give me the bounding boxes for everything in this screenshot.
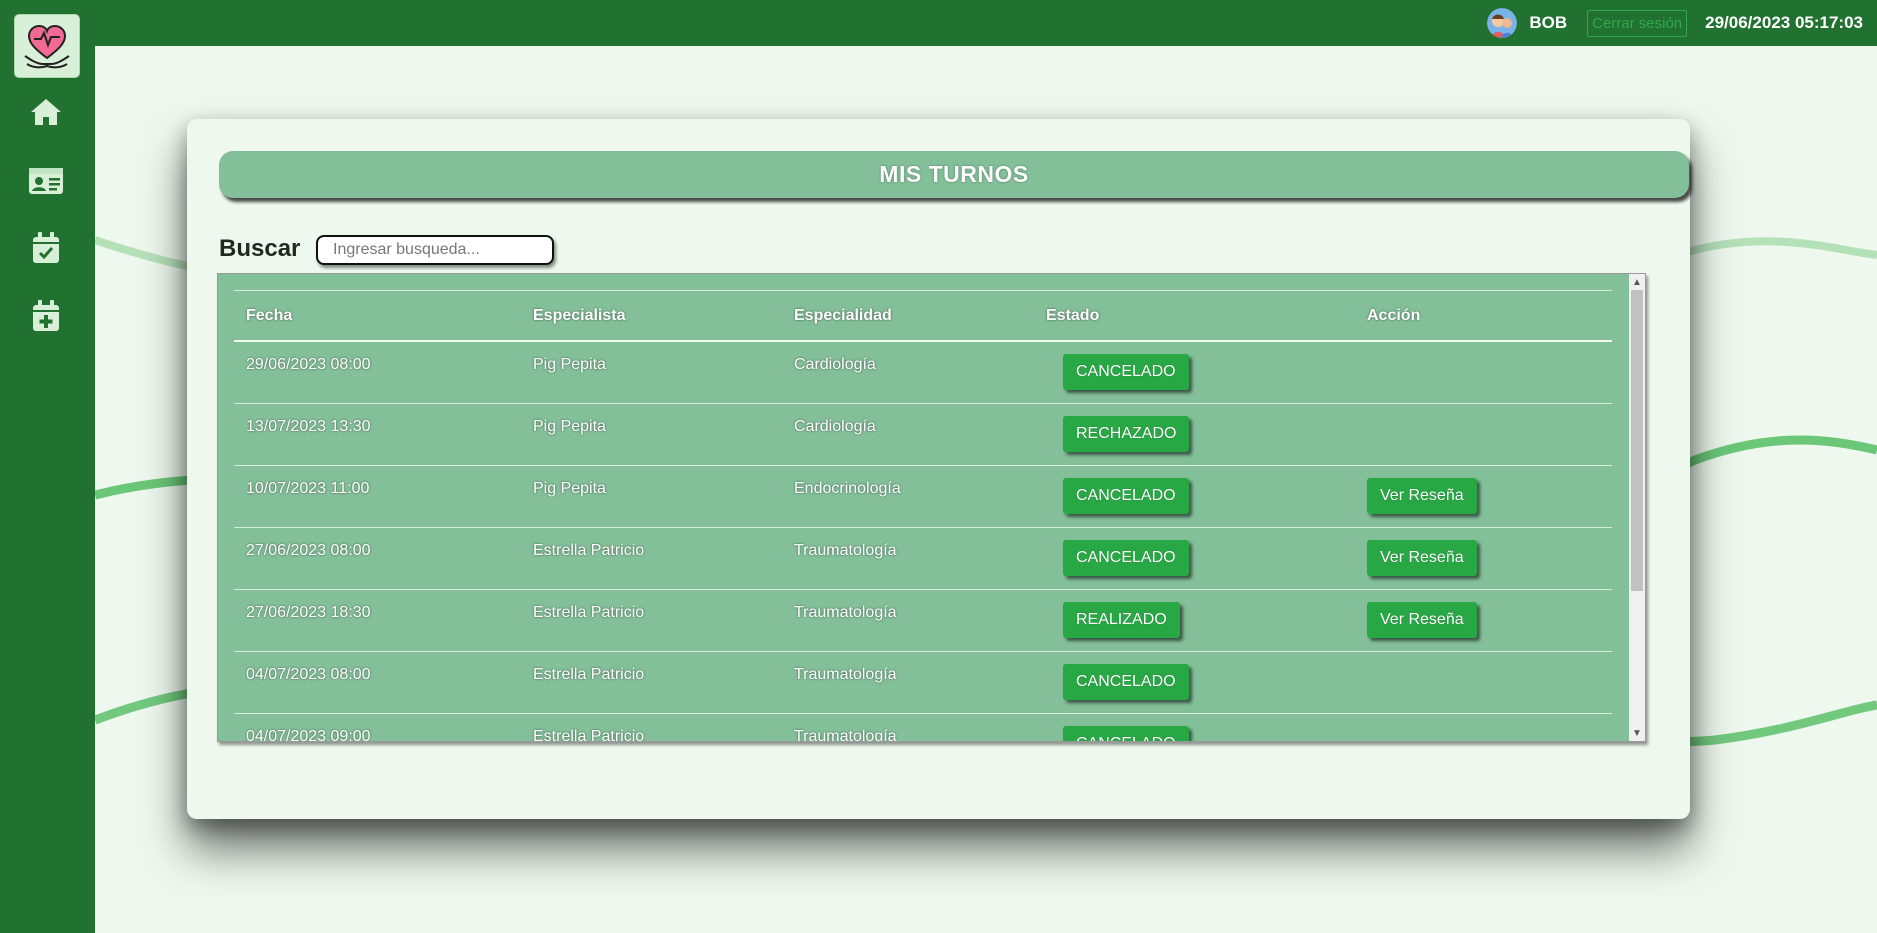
logout-button[interactable]: Cerrar sesión <box>1587 9 1688 37</box>
table-scrollbar[interactable]: ▲ ▼ <box>1629 274 1645 741</box>
column-header-especialidad: Especialidad <box>782 290 1034 342</box>
title-bar: MIS TURNOS <box>219 151 1689 198</box>
cell-fecha: 04/07/2023 08:00 <box>234 651 521 714</box>
appointments-table-container: Fecha Especialista Especialidad Estado A… <box>217 273 1646 742</box>
sidebar <box>0 0 95 933</box>
appointments-table: Fecha Especialista Especialidad Estado A… <box>234 290 1612 741</box>
cell-especialidad: Traumatología <box>782 527 1034 590</box>
cell-accion <box>1355 403 1612 466</box>
table-row: 27/06/2023 18:30 Estrella Patricio Traum… <box>234 589 1612 652</box>
cell-estado: REALIZADO <box>1034 589 1355 652</box>
status-button[interactable]: CANCELADO <box>1063 354 1189 390</box>
avatar[interactable] <box>1487 8 1518 38</box>
cell-estado: CANCELADO <box>1034 651 1355 714</box>
cell-especialista: Estrella Patricio <box>521 527 782 590</box>
cell-fecha: 13/07/2023 13:30 <box>234 403 521 466</box>
cell-especialidad: Cardiología <box>782 403 1034 466</box>
cell-accion: Ver Reseña <box>1355 527 1612 590</box>
column-header-accion: Acción <box>1355 290 1612 342</box>
cell-especialista: Estrella Patricio <box>521 589 782 652</box>
nav-profile[interactable] <box>28 162 64 198</box>
cell-accion: Ver Reseña <box>1355 589 1612 652</box>
search-label: Buscar <box>219 235 301 262</box>
calendar-check-icon <box>33 232 59 263</box>
user-avatar-icon <box>1487 8 1518 38</box>
cell-estado: CANCELADO <box>1034 713 1355 741</box>
status-button[interactable]: CANCELADO <box>1063 663 1189 700</box>
user-area: BOB Cerrar sesión 29/06/2023 05:17:03 <box>1487 8 1863 38</box>
status-button[interactable]: RECHAZADO <box>1063 415 1190 452</box>
cell-estado: RECHAZADO <box>1034 403 1355 466</box>
username: BOB <box>1529 13 1568 32</box>
calendar-plus-icon <box>33 300 59 331</box>
status-button[interactable]: CANCELADO <box>1063 725 1189 741</box>
ver-resena-button[interactable]: Ver Reseña <box>1367 539 1477 576</box>
heart-hands-logo-icon <box>24 24 70 69</box>
cell-especialista: Pig Pepita <box>521 465 782 528</box>
page-title: MIS TURNOS <box>879 161 1029 187</box>
cell-fecha: 10/07/2023 11:00 <box>234 465 521 528</box>
table-row: 10/07/2023 11:00 Pig Pepita Endocrinolog… <box>234 465 1612 528</box>
table-row: 04/07/2023 08:00 Estrella Patricio Traum… <box>234 651 1612 714</box>
cell-especialidad: Endocrinología <box>782 465 1034 528</box>
cell-estado: CANCELADO <box>1034 465 1355 528</box>
home-icon <box>31 99 61 125</box>
cell-especialidad: Traumatología <box>782 589 1034 652</box>
cell-especialista: Pig Pepita <box>521 403 782 466</box>
table-row: 04/07/2023 09:00 Estrella Patricio Traum… <box>234 713 1612 741</box>
current-datetime: 29/06/2023 05:17:03 <box>1705 13 1863 32</box>
table-row: 13/07/2023 13:30 Pig Pepita Cardiología … <box>234 403 1612 466</box>
nav-new-appointment[interactable] <box>28 298 64 334</box>
status-button[interactable]: CANCELADO <box>1063 477 1189 514</box>
cell-fecha: 29/06/2023 08:00 <box>234 341 521 404</box>
cell-especialista: Estrella Patricio <box>521 713 782 741</box>
id-card-icon <box>29 168 63 194</box>
ver-resena-button[interactable]: Ver Reseña <box>1367 601 1477 638</box>
nav-home[interactable] <box>28 94 64 130</box>
table-header-row: Fecha Especialista Especialidad Estado A… <box>234 290 1612 342</box>
status-button[interactable]: CANCELADO <box>1063 539 1189 576</box>
cell-fecha: 27/06/2023 18:30 <box>234 589 521 652</box>
cell-accion <box>1355 713 1612 741</box>
cell-accion <box>1355 651 1612 714</box>
cell-accion <box>1355 341 1612 404</box>
status-button[interactable]: REALIZADO <box>1063 601 1180 638</box>
cell-especialidad: Traumatología <box>782 713 1034 741</box>
table-row: 27/06/2023 08:00 Estrella Patricio Traum… <box>234 527 1612 590</box>
table-row: 29/06/2023 08:00 Pig Pepita Cardiología … <box>234 341 1612 404</box>
nav-my-appointments[interactable] <box>28 230 64 266</box>
cell-accion: Ver Reseña <box>1355 465 1612 528</box>
scroll-up-arrow-icon[interactable]: ▲ <box>1629 274 1645 290</box>
cell-especialidad: Traumatología <box>782 651 1034 714</box>
column-header-fecha: Fecha <box>234 290 521 342</box>
cell-especialista: Pig Pepita <box>521 341 782 404</box>
ver-resena-button[interactable]: Ver Reseña <box>1367 477 1477 514</box>
cell-especialidad: Cardiología <box>782 341 1034 404</box>
cell-especialista: Estrella Patricio <box>521 651 782 714</box>
scroll-thumb[interactable] <box>1631 290 1643 591</box>
cell-estado: CANCELADO <box>1034 341 1355 404</box>
search-input[interactable] <box>316 235 554 265</box>
app-logo[interactable] <box>14 14 80 78</box>
scroll-down-arrow-icon[interactable]: ▼ <box>1629 725 1645 741</box>
column-header-estado: Estado <box>1034 290 1355 342</box>
cell-fecha: 04/07/2023 09:00 <box>234 713 521 741</box>
cell-estado: CANCELADO <box>1034 527 1355 590</box>
appointments-card: MIS TURNOS Buscar Fecha Especialista Esp… <box>187 119 1690 819</box>
column-header-especialista: Especialista <box>521 290 782 342</box>
cell-fecha: 27/06/2023 08:00 <box>234 527 521 590</box>
